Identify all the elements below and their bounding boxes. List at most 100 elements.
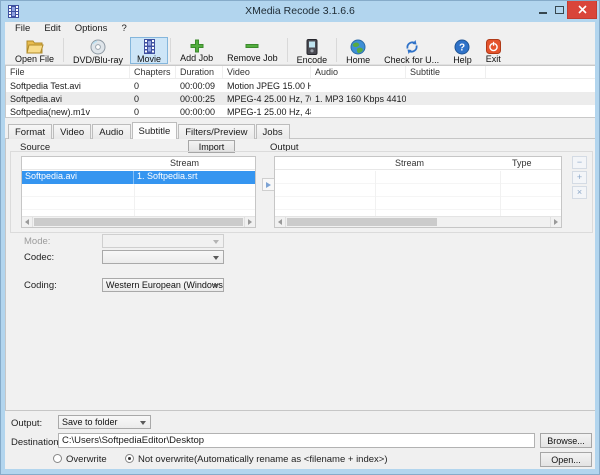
tool-label: Open File: [15, 54, 55, 64]
scroll-right-icon[interactable]: [244, 217, 255, 227]
cell-file: Softpedia.avi: [10, 93, 63, 104]
output-mode-dropdown[interactable]: Save to folder: [58, 415, 151, 429]
open-file-button[interactable]: Open File: [8, 37, 61, 64]
output-horizontal-scrollbar[interactable]: [275, 216, 561, 227]
tab-jobs[interactable]: Jobs: [255, 124, 290, 139]
question-icon: ?: [454, 39, 470, 55]
stream-minus-button[interactable]: −: [572, 156, 587, 169]
open-button[interactable]: Open...: [540, 452, 592, 467]
column-header-filler: [486, 66, 595, 78]
close-button[interactable]: [567, 1, 597, 19]
overwrite-label[interactable]: Overwrite: [66, 454, 107, 465]
coding-dropdown[interactable]: Western European (Windows-1252): [102, 278, 224, 292]
title-bar[interactable]: XMedia Recode 3.1.6.6: [1, 1, 599, 22]
maximize-button[interactable]: [551, 1, 567, 19]
scrollbar-thumb[interactable]: [287, 218, 437, 226]
check-updates-button[interactable]: Check for U...: [377, 37, 446, 65]
table-row[interactable]: Softpedia.avi 0 00:00:25 MPEG-4 25.00 Hz…: [6, 92, 595, 105]
cell-file: Softpedia Test.avi: [10, 80, 81, 91]
maximize-icon: [554, 6, 564, 14]
scroll-left-icon[interactable]: [22, 217, 33, 227]
table-row[interactable]: Softpedia(new).m1v 0 00:00:00 MPEG-1 25.…: [6, 105, 595, 117]
tab-format[interactable]: Format: [8, 124, 53, 139]
not-overwrite-radio[interactable]: [125, 454, 134, 463]
column-header-duration[interactable]: Duration: [176, 66, 223, 78]
tab-subtitle[interactable]: Subtitle: [131, 122, 178, 139]
cell-video: Motion JPEG 15.00 Hz, 32...: [227, 80, 311, 91]
film-strip-icon: [143, 39, 155, 54]
output-type-column[interactable]: Type: [512, 158, 532, 168]
stream-plus-button[interactable]: +: [572, 171, 587, 184]
destination-field[interactable]: C:\Users\SoftpediaEditor\Desktop: [58, 433, 535, 448]
movie-button[interactable]: Movie: [130, 37, 169, 64]
codec-dropdown[interactable]: [102, 250, 224, 264]
window-title: XMedia Recode 3.1.6.6: [245, 5, 355, 17]
toolbar-separator: [286, 38, 288, 62]
refresh-icon: [404, 39, 420, 55]
menu-edit[interactable]: Edit: [37, 22, 67, 36]
client-area: File Edit Options ? Open File DVD/Blu-ra…: [5, 22, 595, 469]
cell-chapters: 0: [134, 106, 140, 117]
minimize-icon: [539, 12, 547, 14]
output-table-header[interactable]: Stream Type: [275, 157, 561, 170]
menu-file[interactable]: File: [8, 22, 37, 36]
destination-label: Destination:: [11, 437, 62, 448]
column-header-chapters[interactable]: Chapters: [130, 66, 176, 78]
not-overwrite-label[interactable]: Not overwrite(Automatically rename as <f…: [138, 454, 388, 465]
right-arrow-icon: [266, 181, 271, 188]
tool-label: Add Job: [180, 53, 214, 63]
codec-label: Codec:: [24, 252, 55, 263]
output-stream-column[interactable]: Stream: [395, 158, 424, 168]
dvd-bluray-button[interactable]: DVD/Blu-ray: [66, 37, 130, 65]
tool-label: Movie: [137, 54, 162, 64]
scroll-left-icon[interactable]: [275, 217, 286, 227]
exit-button[interactable]: Exit: [479, 37, 508, 64]
selected-stream-row[interactable]: Softpedia.avi 1. Softpedia.srt: [22, 171, 255, 184]
remove-job-button[interactable]: Remove Job: [220, 37, 285, 64]
source-stream-table: Stream Softpedia.avi 1. Softpedia.srt: [21, 156, 256, 228]
subtitle-tab-page: Source Import Output Stream Softpedia.av…: [5, 138, 595, 411]
column-header-file[interactable]: File: [6, 66, 130, 78]
encode-button[interactable]: Encode: [290, 37, 335, 65]
source-stream-name: 1. Softpedia.srt: [137, 171, 198, 181]
tab-audio[interactable]: Audio: [92, 124, 131, 139]
cell-video: MPEG-1 25.00 Hz, 480 x 5...: [227, 106, 311, 117]
cell-chapters: 0: [134, 93, 140, 104]
column-header-subtitle[interactable]: Subtitle: [406, 66, 486, 78]
toolbar-separator: [170, 38, 172, 62]
source-table-header[interactable]: Stream: [22, 157, 255, 170]
menu-options[interactable]: Options: [68, 22, 115, 36]
cell-audio: 1. MP3 160 Kbps 44100 H...: [315, 93, 406, 104]
scrollbar-thumb[interactable]: [34, 218, 243, 226]
home-button[interactable]: Home: [339, 37, 377, 65]
browse-button[interactable]: Browse...: [540, 433, 592, 448]
help-button[interactable]: ? Help: [446, 37, 479, 65]
cell-duration: 00:00:25: [180, 93, 216, 104]
scroll-right-icon[interactable]: [550, 217, 561, 227]
minimize-button[interactable]: [535, 1, 551, 19]
column-header-video[interactable]: Video: [223, 66, 311, 78]
cell-chapters: 0: [134, 80, 140, 91]
source-stream-column[interactable]: Stream: [170, 158, 199, 168]
encode-device-icon: [306, 39, 318, 55]
column-header-audio[interactable]: Audio: [311, 66, 406, 78]
toolbar-separator: [336, 38, 338, 62]
source-file-name: Softpedia.avi: [22, 171, 134, 184]
power-icon: [485, 39, 501, 54]
mode-dropdown: [102, 234, 224, 248]
file-list-header: File Chapters Duration Video Audio Subti…: [6, 66, 595, 79]
stream-remove-button[interactable]: ×: [572, 186, 587, 199]
menu-help[interactable]: ?: [114, 22, 133, 36]
table-row[interactable]: Softpedia Test.avi 0 00:00:09 Motion JPE…: [6, 79, 595, 92]
tab-filters-preview[interactable]: Filters/Preview: [178, 124, 255, 139]
tab-video[interactable]: Video: [53, 124, 92, 139]
source-horizontal-scrollbar[interactable]: [22, 216, 255, 227]
add-job-button[interactable]: Add Job: [173, 37, 220, 64]
toolbar-separator: [63, 38, 65, 62]
svg-text:?: ?: [459, 43, 465, 54]
disc-icon: [90, 39, 106, 55]
globe-icon: [350, 39, 366, 55]
plus-icon: [190, 39, 204, 53]
tool-label: Exit: [485, 54, 501, 64]
overwrite-radio[interactable]: [53, 454, 62, 463]
